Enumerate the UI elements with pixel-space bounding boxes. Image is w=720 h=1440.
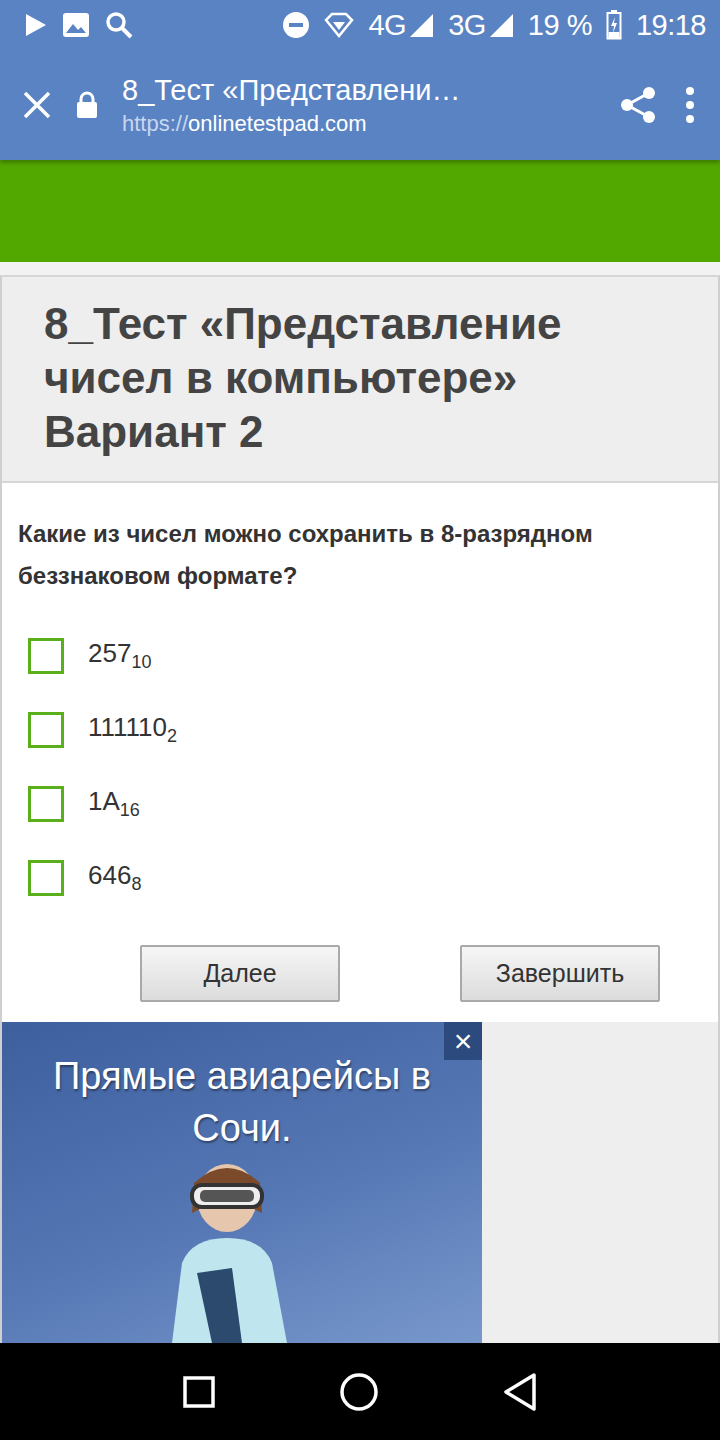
page-url: https://onlinetestpad.com xyxy=(122,111,594,137)
do-not-disturb-icon xyxy=(282,11,310,39)
network-type: 4G xyxy=(368,9,406,42)
question-body: Какие из чисел можно сохранить в 8-разря… xyxy=(2,483,718,1022)
lock-icon xyxy=(76,91,98,119)
option-row[interactable]: 6468 xyxy=(28,841,702,915)
battery-level: 19 % xyxy=(528,9,592,42)
skier-figure xyxy=(152,1143,302,1343)
share-icon[interactable] xyxy=(618,85,658,125)
top-area: 4G 3G 19 % 19:18 8_Тест «Представлени… https:… xyxy=(0,0,720,160)
option-list: 25710 1111102 1A16 6468 xyxy=(18,619,702,915)
close-icon[interactable] xyxy=(22,90,52,120)
wifi-icon xyxy=(324,12,354,38)
ad-close-button[interactable]: × xyxy=(444,1022,482,1060)
ad-banner[interactable]: Прямые авиарейсы в Сочи.× xyxy=(2,1022,482,1343)
image-icon xyxy=(62,12,90,38)
signal-icon xyxy=(488,12,514,38)
option-row[interactable]: 25710 xyxy=(28,619,702,693)
navigation-bar xyxy=(0,1343,720,1440)
play-icon xyxy=(22,12,48,38)
more-icon[interactable] xyxy=(682,85,698,125)
finish-button[interactable]: Завершить xyxy=(460,945,660,1002)
address-box[interactable]: 8_Тест «Представлени… https://onlinetestp… xyxy=(122,74,594,137)
option-checkbox[interactable] xyxy=(28,860,64,896)
home-icon[interactable] xyxy=(339,1372,379,1412)
option-checkbox[interactable] xyxy=(28,638,64,674)
option-checkbox[interactable] xyxy=(28,786,64,822)
option-row[interactable]: 1111102 xyxy=(28,693,702,767)
battery-icon xyxy=(606,10,622,40)
back-icon[interactable] xyxy=(502,1372,538,1412)
test-title: 8_Тест «Представление чисел в компьютере… xyxy=(44,297,688,459)
status-bar: 4G 3G 19 % 19:18 xyxy=(0,0,720,50)
clock: 19:18 xyxy=(636,9,706,42)
signal-icon xyxy=(408,12,434,38)
browser-toolbar: 8_Тест «Представлени… https://onlinetestp… xyxy=(0,50,720,160)
option-label: 1111102 xyxy=(88,712,177,747)
button-row: Далее Завершить xyxy=(18,945,702,1002)
option-label: 6468 xyxy=(88,860,141,895)
question-text: Какие из чисел можно сохранить в 8-разря… xyxy=(18,513,702,597)
page-title: 8_Тест «Представлени… xyxy=(122,74,594,107)
option-row[interactable]: 1A16 xyxy=(28,767,702,841)
option-label: 1A16 xyxy=(88,786,140,821)
recents-icon[interactable] xyxy=(182,1375,216,1409)
next-button[interactable]: Далее xyxy=(140,945,340,1002)
site-header xyxy=(0,160,720,262)
search-icon xyxy=(104,10,134,40)
option-label: 25710 xyxy=(88,638,151,673)
test-card: 8_Тест «Представление чисел в компьютере… xyxy=(0,275,720,1343)
network-type: 3G xyxy=(448,9,486,42)
ad-area: Прямые авиарейсы в Сочи.× xyxy=(2,1022,718,1343)
ad-text: Прямые авиарейсы в Сочи. xyxy=(32,1050,452,1154)
screen: 4G 3G 19 % 19:18 8_Тест «Представлени… https:… xyxy=(0,0,720,1440)
option-checkbox[interactable] xyxy=(28,712,64,748)
test-header: 8_Тест «Представление чисел в компьютере… xyxy=(2,277,718,483)
